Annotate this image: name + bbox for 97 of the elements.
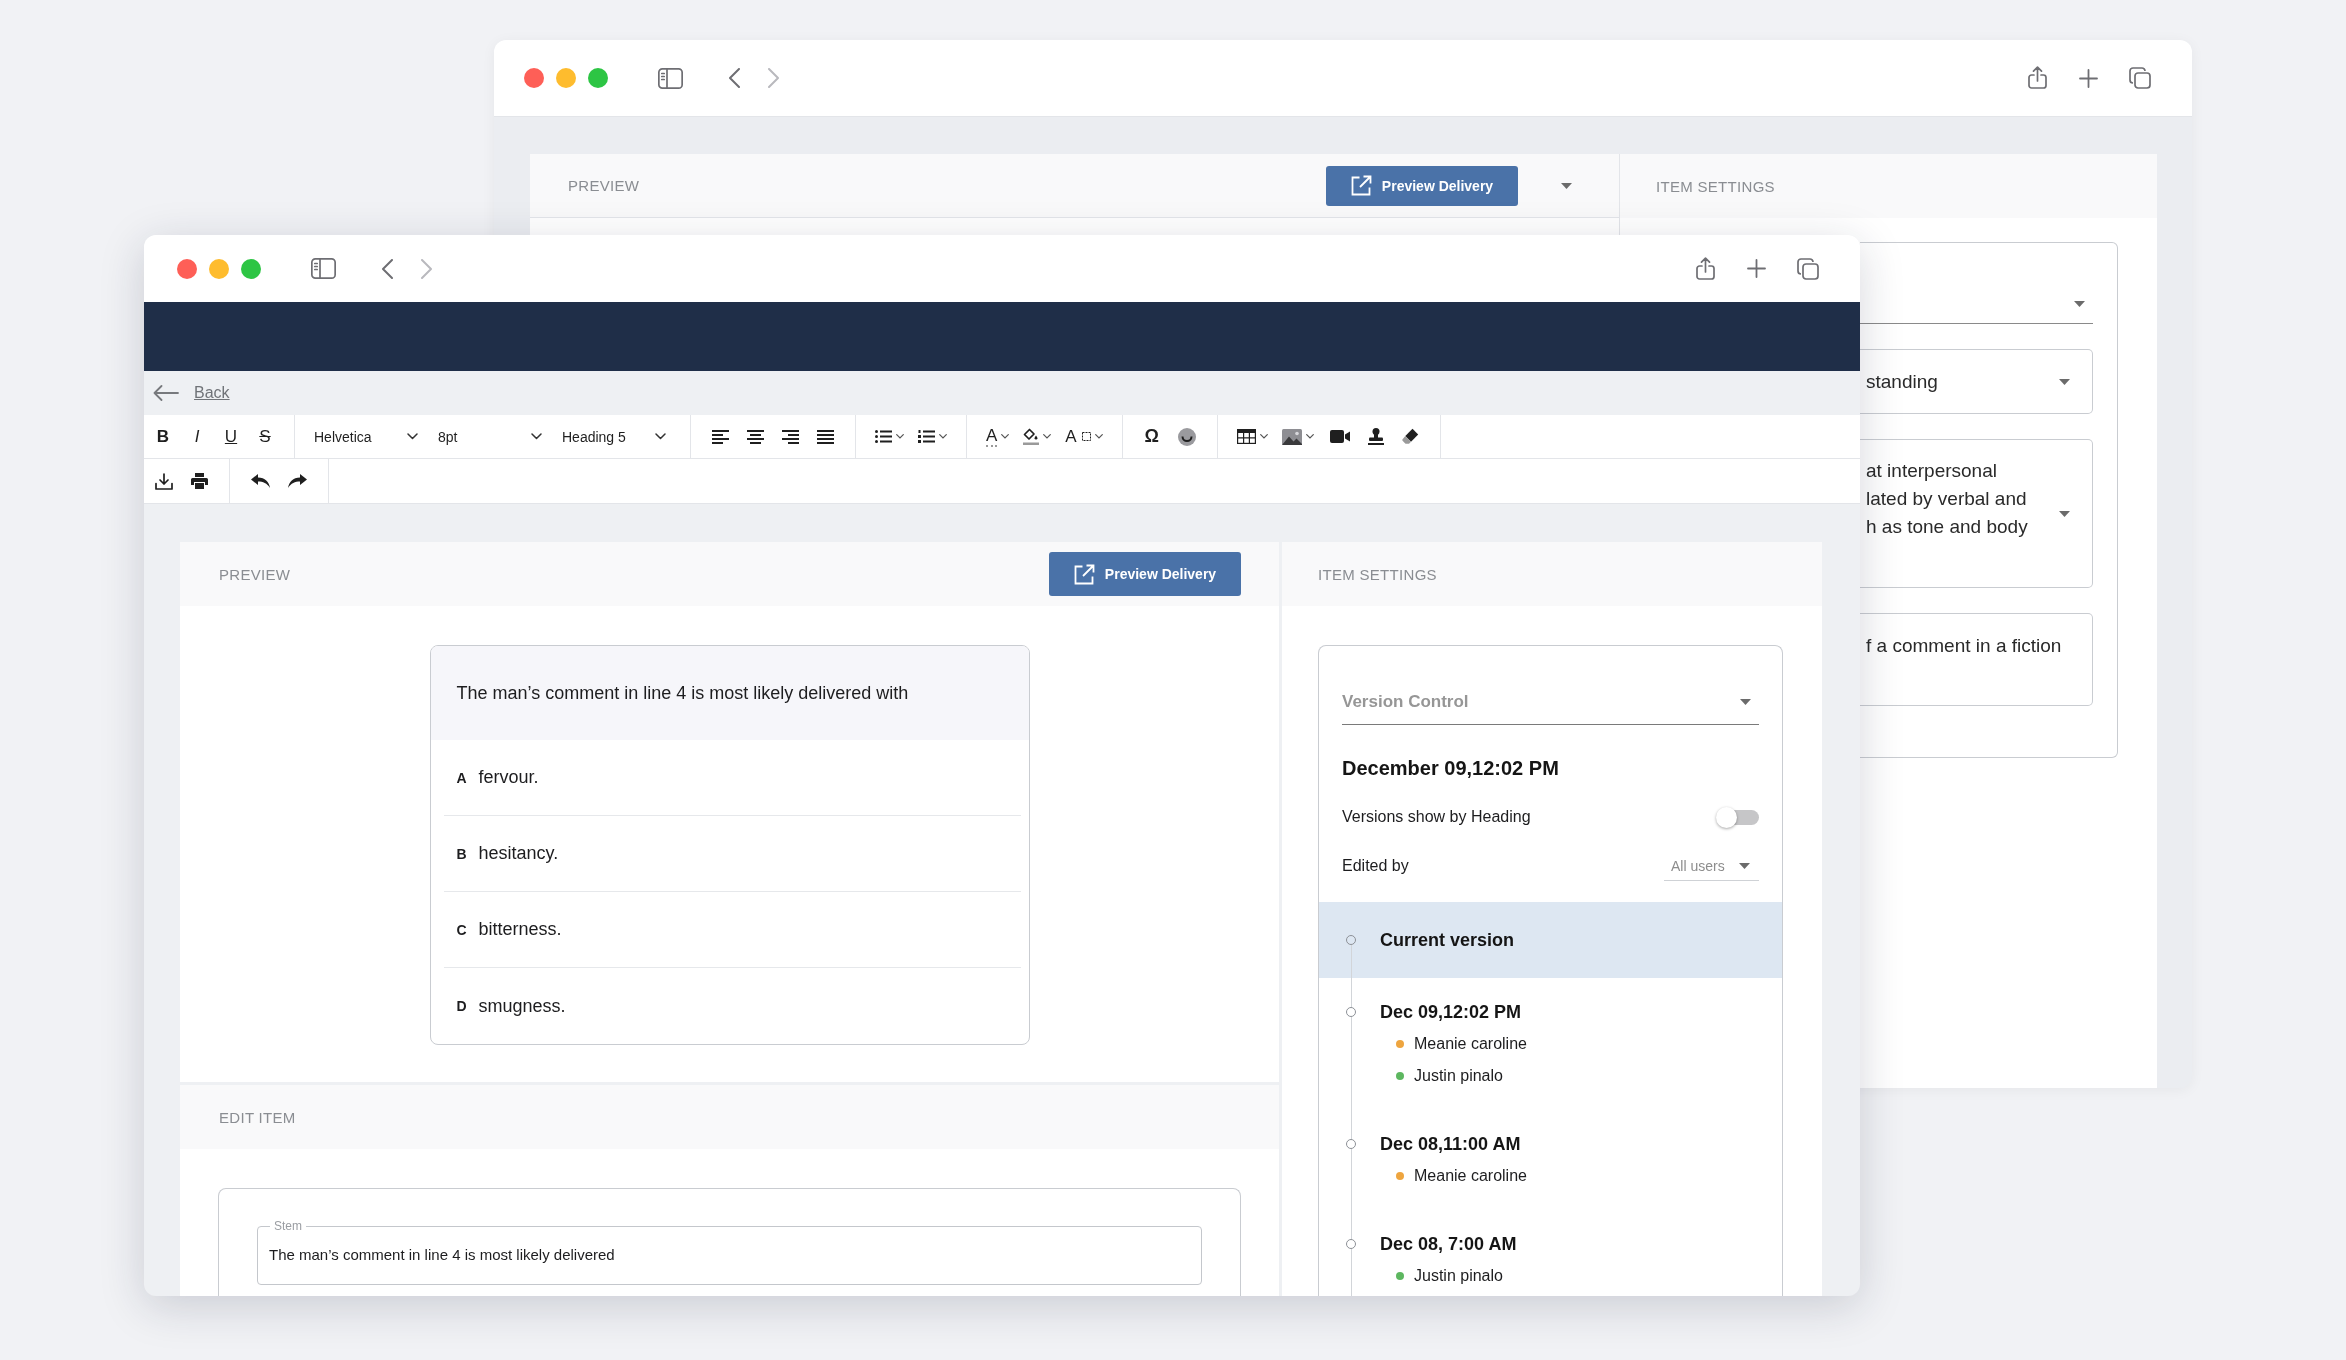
text-size-button[interactable]: A	[1061, 422, 1107, 451]
back-chevron-icon[interactable]	[382, 258, 393, 279]
version-item[interactable]: Dec 08,11:00 AM Meanie caroline	[1319, 1110, 1782, 1210]
align-right-icon[interactable]	[782, 429, 799, 444]
version-item[interactable]: Dec 09,12:02 PM Meanie caroline Justin pinalo	[1319, 978, 1782, 1110]
sidebar-icon[interactable]	[311, 258, 336, 279]
align-left-icon[interactable]	[712, 429, 729, 444]
caret-down-icon[interactable]	[1739, 862, 1750, 869]
caret-down-icon[interactable]	[1740, 699, 1751, 705]
image-icon[interactable]	[1281, 428, 1302, 445]
field-label: Edited by	[1342, 857, 1409, 875]
redo-icon[interactable]	[288, 474, 307, 488]
version-title: Dec 08,11:00 AM	[1380, 1133, 1521, 1155]
download-icon[interactable]	[155, 472, 173, 490]
plus-icon[interactable]	[1747, 259, 1766, 278]
caret-down-icon[interactable]	[2074, 300, 2085, 307]
printer-icon[interactable]	[191, 473, 208, 489]
font-family-select[interactable]: Helvetica	[314, 422, 422, 451]
panel-title: PREVIEW	[219, 565, 291, 583]
toggle-label: Versions show by Heading	[1342, 808, 1531, 826]
preview-delivery-button[interactable]: Preview Delivery	[1326, 165, 1518, 206]
numbered-list-icon[interactable]	[918, 430, 935, 443]
version-title: Dec 09,12:02 PM	[1380, 1001, 1522, 1023]
undo-icon[interactable]	[251, 474, 270, 488]
paint-bucket-icon[interactable]	[1023, 428, 1040, 445]
editor-name: Meanie caroline	[1414, 1035, 1527, 1053]
font-size-select[interactable]: 8pt	[438, 422, 546, 451]
version-date-heading: December 09,12:02 PM	[1342, 756, 1560, 781]
tabs-icon[interactable]	[2129, 67, 2151, 89]
panel-title: ITEM SETTINGS	[1318, 565, 1437, 583]
share-icon[interactable]	[2028, 66, 2047, 90]
italic-button[interactable]: I	[183, 422, 211, 451]
bulleted-list-icon[interactable]	[875, 430, 892, 443]
version-title: Dec 08, 7:00 AM	[1380, 1233, 1517, 1255]
chevron-down-icon[interactable]	[1001, 434, 1010, 439]
preview-delivery-button[interactable]: Preview Delivery	[1049, 552, 1241, 596]
underline-button[interactable]: U	[217, 422, 245, 451]
justify-icon[interactable]	[817, 429, 834, 444]
square-icon[interactable]	[1081, 432, 1091, 441]
back-link[interactable]: Back	[194, 384, 230, 402]
chevron-down-icon[interactable]	[896, 434, 904, 439]
share-icon[interactable]	[1696, 256, 1715, 281]
bold-button[interactable]: B	[149, 422, 177, 451]
strikethrough-button[interactable]: S	[251, 422, 279, 451]
external-link-icon[interactable]	[1073, 563, 1095, 585]
panel-title: ITEM SETTINGS	[1656, 177, 1775, 195]
text-color-button[interactable]: A	[982, 422, 1014, 451]
option-letter: B	[456, 845, 468, 862]
version-title: Current version	[1380, 929, 1515, 951]
chevron-down-icon[interactable]	[531, 433, 542, 440]
sidebar-icon[interactable]	[658, 67, 683, 89]
external-link-icon[interactable]	[1350, 175, 1372, 196]
tabs-icon[interactable]	[1797, 257, 1819, 280]
stamp-icon[interactable]	[1367, 428, 1384, 445]
editor-name: Justin pinalo	[1414, 1067, 1503, 1085]
timeline-node-icon	[1346, 935, 1356, 945]
version-item[interactable]: Current version	[1319, 902, 1782, 978]
version-item[interactable]: Dec 08, 7:00 AM Justin pinalo	[1319, 1210, 1782, 1296]
panel-title: EDIT ITEM	[219, 1108, 296, 1126]
plus-icon[interactable]	[2079, 68, 2098, 88]
option-letter: C	[456, 921, 468, 938]
option-text: fervour.	[478, 767, 539, 788]
back-chevron-icon[interactable]	[729, 68, 740, 88]
timeline-node-icon	[1346, 1139, 1356, 1149]
editor-name: Justin pinalo	[1414, 1267, 1503, 1285]
video-camera-icon[interactable]	[1329, 430, 1350, 443]
option-text: bitterness.	[478, 919, 562, 940]
close-window-icon[interactable]	[524, 68, 544, 88]
toggle-switch[interactable]	[1716, 806, 1759, 828]
caret-down-icon[interactable]	[2059, 378, 2070, 385]
timeline-node-icon	[1346, 1239, 1356, 1249]
stem-field[interactable]: Stem The man’s comment in line 4 is most likely delivered	[257, 1219, 1202, 1285]
chevron-down-icon[interactable]	[407, 433, 418, 440]
chevron-down-icon[interactable]	[655, 433, 666, 440]
timeline-node-icon	[1346, 1007, 1356, 1017]
chevron-down-icon[interactable]	[939, 434, 947, 439]
option-letter: D	[456, 998, 468, 1014]
arrow-left-icon[interactable]	[153, 385, 179, 401]
align-center-icon[interactable]	[747, 429, 764, 444]
question-stem: The man’s comment in line 4 is most likely delivered with	[430, 646, 1029, 740]
option-letter: A	[456, 769, 468, 786]
caret-down-icon[interactable]	[1561, 182, 1572, 189]
smiley-icon[interactable]	[1177, 427, 1196, 446]
editor-name: Meanie caroline	[1414, 1167, 1527, 1185]
chevron-down-icon[interactable]	[1094, 434, 1103, 439]
panel-title: PREVIEW	[568, 177, 640, 194]
special-character-button[interactable]: Ω	[1137, 422, 1166, 451]
eraser-icon[interactable]	[1401, 428, 1419, 445]
option-text: smugness.	[478, 995, 566, 1017]
option-text: hesitancy.	[478, 843, 559, 864]
chevron-down-icon[interactable]	[1043, 434, 1052, 439]
chevron-down-icon[interactable]	[1305, 434, 1314, 439]
close-window-icon[interactable]	[177, 258, 197, 279]
caret-down-icon[interactable]	[2059, 510, 2070, 517]
chevron-down-icon[interactable]	[1259, 434, 1268, 439]
table-icon[interactable]	[1236, 429, 1256, 444]
block-format-select[interactable]: Heading 5	[562, 422, 670, 451]
